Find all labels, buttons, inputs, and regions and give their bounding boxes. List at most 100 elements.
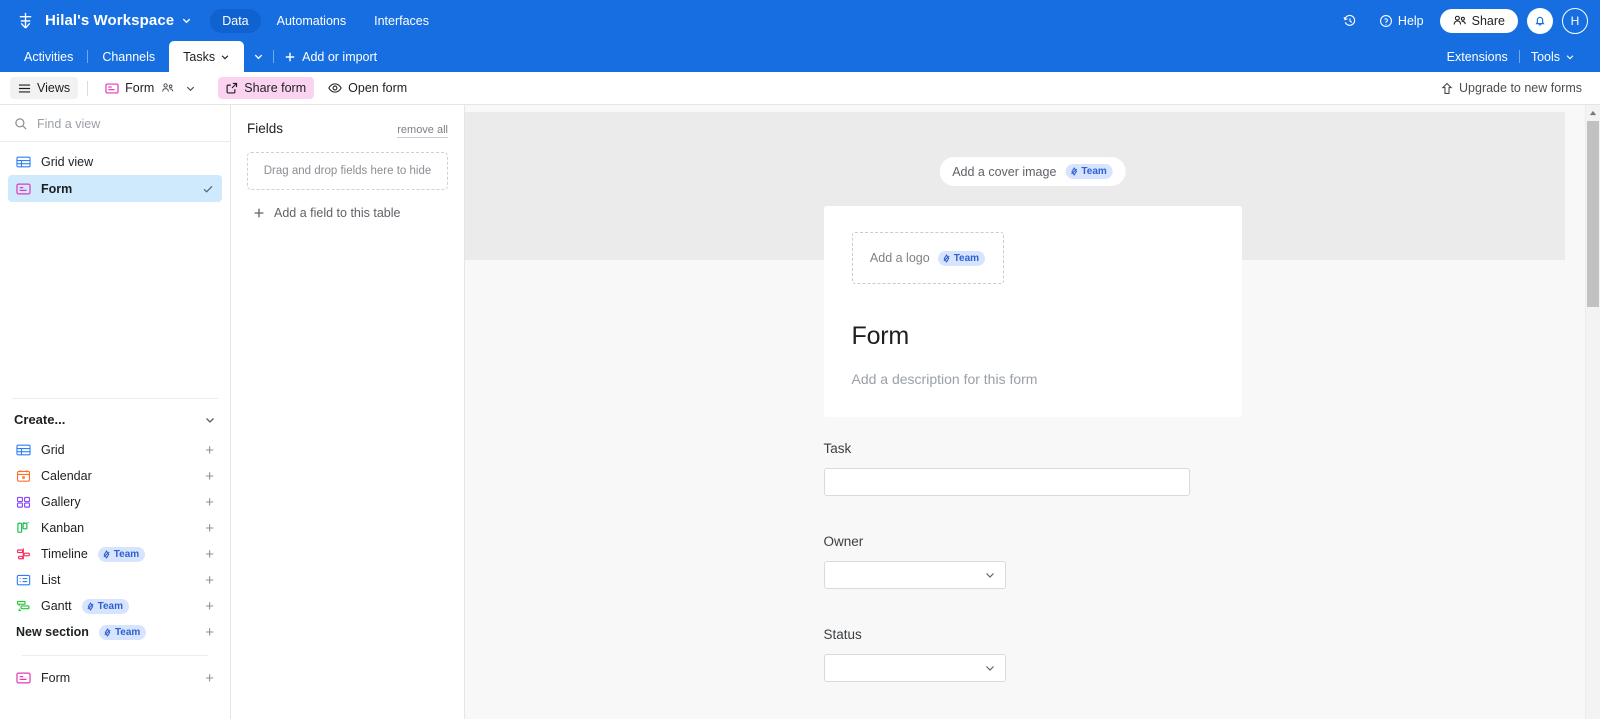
form-title[interactable]: Form (852, 322, 1214, 351)
add-cover-image-button[interactable]: Add a cover image Team (939, 157, 1126, 186)
top-nav-interfaces[interactable]: Interfaces (362, 9, 441, 33)
find-a-view-row[interactable] (0, 105, 230, 142)
create-view-form[interactable]: Form + (8, 665, 222, 691)
owner-select[interactable] (823, 561, 1006, 589)
view-label: Grid view (41, 154, 94, 169)
views-label: Views (37, 81, 71, 95)
list-view-icon (16, 573, 31, 587)
history-button[interactable] (1334, 9, 1366, 33)
caret-up-icon[interactable] (1586, 105, 1600, 120)
sidebar-view-grid-view[interactable]: Grid view (8, 148, 222, 175)
views-button[interactable]: Views (10, 77, 79, 99)
form-view-icon (16, 671, 31, 685)
create-view-grid[interactable]: Grid + (8, 437, 222, 463)
views-list: Grid view Form (0, 142, 230, 202)
avatar[interactable]: H (1562, 7, 1588, 34)
scrollbar-thumb[interactable] (1587, 121, 1599, 307)
add-logo-label: Add a logo (869, 251, 930, 265)
plus-icon[interactable]: + (205, 573, 214, 588)
share-form-button[interactable]: Share form (218, 77, 315, 99)
create-view-gallery[interactable]: Gallery + (8, 489, 222, 515)
top-bar: Hilal's Workspace Data Automations Inter… (0, 0, 1600, 41)
top-nav: Data Automations Interfaces (210, 8, 441, 33)
create-view-timeline[interactable]: Timeline Team + (8, 541, 222, 567)
plus-icon[interactable]: + (205, 625, 214, 640)
team-badge: Team (98, 624, 147, 640)
chevron-down-icon[interactable] (204, 414, 216, 426)
team-badge: Team (1065, 164, 1113, 179)
current-view-label: Form (125, 81, 155, 95)
create-item-label: Grid (41, 443, 65, 457)
create-view-kanban[interactable]: Kanban + (8, 515, 222, 541)
top-nav-data[interactable]: Data (210, 8, 261, 33)
plus-icon (253, 207, 265, 219)
timeline-view-icon (16, 547, 31, 561)
plus-icon[interactable]: + (205, 469, 214, 484)
search-input[interactable] (37, 117, 218, 131)
open-form-button[interactable]: Open form (320, 77, 415, 99)
task-input[interactable] (823, 468, 1190, 496)
team-diamond-icon (102, 549, 111, 559)
status-select[interactable] (823, 654, 1006, 682)
remove-all-button[interactable]: remove all (397, 123, 448, 139)
vertical-scrollbar[interactable] (1585, 105, 1600, 719)
create-item-label: Calendar (41, 469, 92, 483)
create-item-label: List (41, 573, 61, 587)
table-tab-channels[interactable]: Channels (88, 41, 169, 72)
open-form-label: Open form (348, 81, 408, 95)
extensions-label: Extensions (1446, 49, 1508, 64)
team-diamond-icon (103, 627, 112, 637)
help-button[interactable]: Help (1370, 9, 1433, 33)
team-badge-label: Team (953, 252, 980, 264)
plus-icon[interactable]: + (205, 521, 214, 536)
create-item-label: New section (16, 625, 89, 639)
workspace-title[interactable]: Hilal's Workspace (45, 12, 174, 29)
extensions-button[interactable]: Extensions (1436, 50, 1519, 64)
add-logo-button[interactable]: Add a logo Team (851, 232, 1004, 284)
add-or-import-button[interactable]: Add or import (274, 50, 387, 64)
top-nav-automations[interactable]: Automations (265, 9, 358, 33)
notification-bell-icon (1533, 14, 1547, 28)
share-button[interactable]: Share (1439, 8, 1518, 33)
current-view-button[interactable]: Form (97, 77, 204, 99)
plus-icon[interactable]: + (205, 495, 214, 510)
notifications-button[interactable] (1527, 7, 1553, 34)
check-icon (202, 183, 214, 195)
create-item-label: Timeline (41, 547, 88, 561)
collaborators-icon (161, 82, 175, 94)
table-tab-tasks[interactable]: Tasks (169, 41, 245, 72)
plus-icon (284, 51, 296, 63)
tab-overflow-button[interactable] (244, 41, 273, 72)
table-tab-bar: Activities Channels Tasks Add or import … (0, 41, 1600, 72)
grid-view-icon (16, 443, 31, 457)
create-section-header[interactable]: Create... (0, 399, 230, 437)
plus-icon[interactable]: + (205, 671, 214, 686)
hamburger-menu-icon (18, 83, 31, 94)
hidden-fields-dropzone[interactable]: Drag and drop fields here to hide (247, 152, 448, 191)
chevron-down-icon[interactable] (181, 15, 192, 26)
create-new-section[interactable]: New section Team + (8, 619, 222, 645)
create-view-list[interactable]: List + (8, 567, 222, 593)
plus-icon[interactable]: + (205, 547, 214, 562)
kanban-view-icon (16, 521, 31, 535)
plus-icon[interactable]: + (205, 599, 214, 614)
fields-header: Fields remove all (247, 121, 448, 139)
form-header-card: Add a logo Team Form Add a description f… (823, 206, 1242, 417)
sidebar-view-form[interactable]: Form (8, 175, 222, 202)
table-tab-activities[interactable]: Activities (10, 41, 87, 72)
history-clock-icon (1343, 14, 1357, 28)
chevron-down-icon[interactable] (220, 52, 230, 62)
add-field-button[interactable]: Add a field to this table (247, 206, 448, 220)
form-description-placeholder[interactable]: Add a description for this form (852, 371, 1214, 387)
view-label: Form (41, 181, 73, 196)
chevron-down-icon[interactable] (185, 83, 196, 94)
gallery-view-icon (16, 495, 31, 509)
create-view-gantt[interactable]: Gantt Team + (8, 593, 222, 619)
form-view-icon (16, 182, 31, 196)
plus-icon[interactable]: + (205, 443, 214, 458)
upgrade-to-new-forms-button[interactable]: Upgrade to new forms (1435, 77, 1588, 99)
tools-button[interactable]: Tools (1520, 50, 1586, 64)
views-sidebar: Grid view Form Create... (0, 105, 231, 719)
airtable-logo-icon[interactable] (14, 10, 36, 32)
create-view-calendar[interactable]: Calendar + (8, 463, 222, 489)
